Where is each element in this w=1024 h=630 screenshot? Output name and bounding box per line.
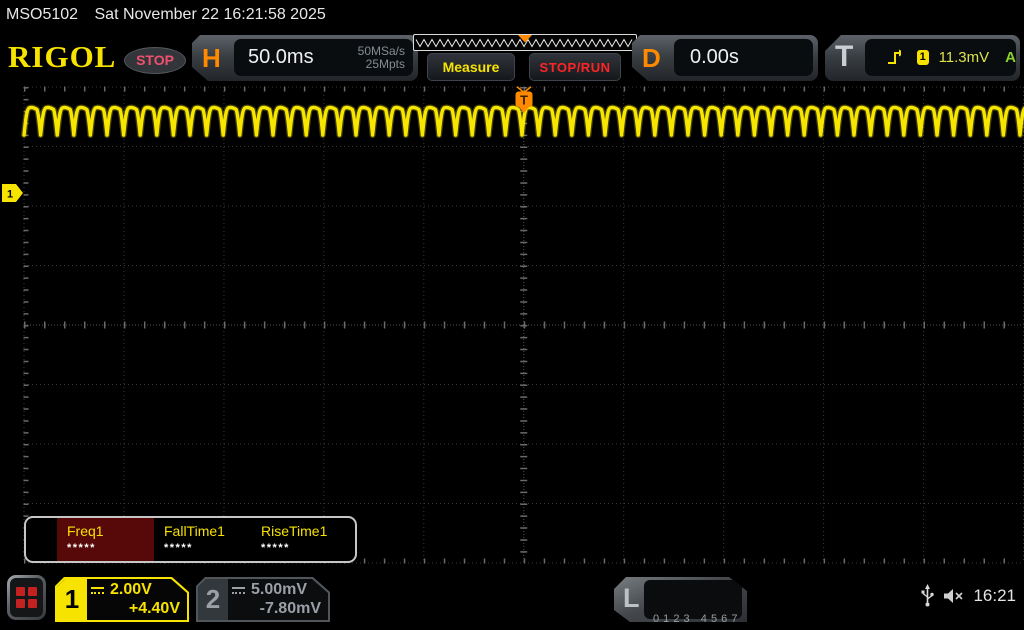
- clock-time: 16:21: [973, 586, 1016, 606]
- timebase-value: 50.0ms: [234, 46, 358, 69]
- status-topbar: MSO5102 Sat November 22 16:21:58 2025: [0, 0, 1024, 30]
- delay-panel: 0.00s: [674, 39, 813, 76]
- datetime-text: Sat November 22 16:21:58 2025: [95, 6, 326, 23]
- rising-edge-icon: [887, 49, 901, 66]
- trigger-level-value: 11.3mV: [939, 49, 990, 66]
- dc-coupling-icon: [232, 587, 245, 594]
- measurement-results-box: Freq1 ***** FallTime1 ***** RiseTime1 **…: [24, 516, 357, 563]
- horizontal-label: H: [202, 43, 221, 74]
- channel2-block[interactable]: 2 5.00mV -7.80mV: [196, 577, 330, 622]
- model-name: MSO5102: [6, 6, 78, 23]
- delay-value: 0.00s: [674, 46, 739, 69]
- channel2-offset: -7.80mV: [232, 600, 321, 618]
- measurement-falltime1[interactable]: FallTime1 *****: [154, 518, 251, 561]
- channel1-offset: +4.40V: [91, 600, 180, 618]
- delay-tab[interactable]: D 0.00s: [632, 35, 818, 81]
- horizontal-panel: 50.0ms 50MSa/s 25Mpts: [234, 39, 413, 76]
- stop-run-button[interactable]: STOP/RUN: [529, 53, 621, 81]
- quad-squares-menu-icon[interactable]: [7, 575, 46, 620]
- trigger-source-badge: 1: [917, 50, 929, 65]
- speaker-muted-icon: [943, 588, 964, 604]
- acquisition-info: 50MSa/s 25Mpts: [358, 45, 413, 71]
- status-icons: 16:21: [921, 584, 1016, 607]
- usb-icon: [921, 584, 934, 607]
- graticule-and-trace: T1: [0, 86, 1024, 566]
- delay-label: D: [642, 43, 661, 74]
- waveform-preview-bar[interactable]: [413, 34, 637, 51]
- trigger-tab[interactable]: T 1 11.3mV A: [825, 35, 1020, 81]
- sample-rate: 50MSa/s: [358, 45, 405, 58]
- channel1-scale: 2.00V: [110, 581, 152, 599]
- waveform-display[interactable]: T1 Freq1 ***** FallTime1 ***** RiseTime1…: [0, 86, 1024, 566]
- memory-depth: 25Mpts: [358, 58, 405, 71]
- header-bar: RIGOL STOP H 50.0ms 50MSa/s 25Mpts Measu…: [0, 30, 1024, 86]
- oscilloscope-screen: MSO5102 Sat November 22 16:21:58 2025 RI…: [0, 0, 1024, 630]
- trigger-panel: 1 11.3mV A: [865, 39, 1016, 76]
- preview-zigzag-icon: [414, 35, 636, 50]
- svg-text:1: 1: [7, 189, 13, 201]
- logic-channel-numbers: 0 1 2 3 4 5 6 7 8 9 1011 12131415: [644, 580, 742, 619]
- logic-label: L: [623, 583, 640, 614]
- logic-channels-block[interactable]: L 0 1 2 3 4 5 6 7 8 9 1011 12131415: [614, 577, 747, 622]
- bottom-bar: 1 2.00V +4.40V 2 5.00mV -7.80mV: [0, 566, 1024, 630]
- channel1-block[interactable]: 1 2.00V +4.40V: [55, 577, 189, 622]
- measurement-risetime1[interactable]: RiseTime1 *****: [251, 518, 348, 561]
- channel2-scale: 5.00mV: [251, 581, 307, 599]
- trigger-mode: A: [1005, 49, 1016, 66]
- horizontal-settings-tab[interactable]: H 50.0ms 50MSa/s 25Mpts: [192, 35, 418, 81]
- channel2-number: 2: [198, 579, 228, 620]
- measure-button[interactable]: Measure: [427, 53, 515, 81]
- dc-coupling-icon: [91, 587, 104, 594]
- measurement-freq1[interactable]: Freq1 *****: [57, 518, 154, 561]
- rigol-logo: RIGOL: [8, 39, 116, 75]
- run-state-badge[interactable]: STOP: [124, 47, 186, 74]
- channel1-number: 1: [57, 579, 87, 620]
- channel1-level-marker[interactable]: 1: [2, 184, 23, 202]
- trigger-label: T: [835, 40, 853, 74]
- svg-text:T: T: [520, 93, 528, 108]
